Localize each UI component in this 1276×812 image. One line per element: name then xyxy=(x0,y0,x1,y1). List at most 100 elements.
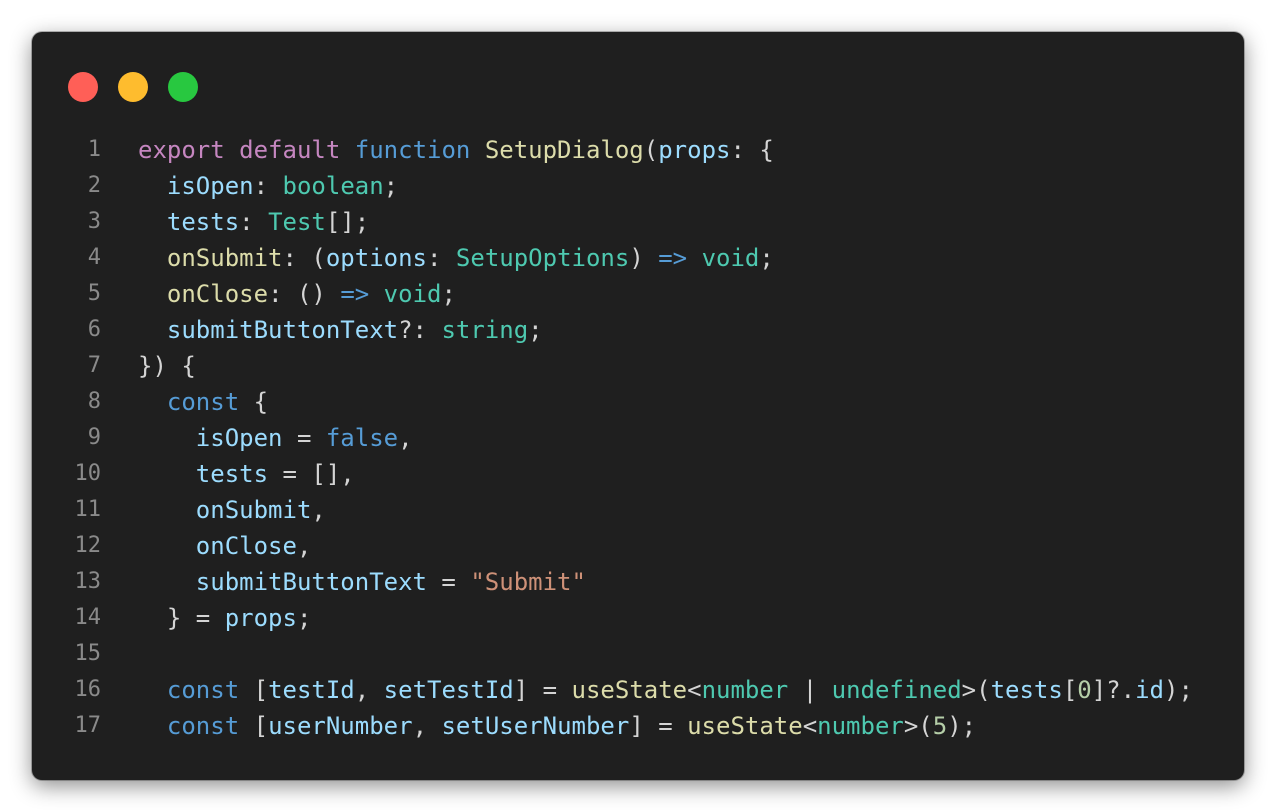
code-token: userNumber xyxy=(268,712,413,740)
code-token: } = xyxy=(138,604,225,632)
line-content: isOpen: boolean; xyxy=(138,168,398,204)
line-number: 5 xyxy=(87,281,101,306)
code-token: = xyxy=(426,568,471,596)
line-number: 11 xyxy=(74,497,102,522)
code-token: id xyxy=(1135,676,1164,704)
line-number: 7 xyxy=(87,353,101,378)
code-token: []; xyxy=(325,208,370,236)
code-token: const xyxy=(166,712,240,740)
code-token: >( xyxy=(961,676,991,704)
code-token: props xyxy=(224,604,297,632)
code-token: , xyxy=(354,676,384,704)
code-token: testId xyxy=(268,676,355,704)
code-line: 3 tests: Test[]; xyxy=(32,204,1244,240)
code-token: setUserNumber xyxy=(441,712,630,740)
code-token: = [], xyxy=(268,460,355,488)
window-controls xyxy=(68,72,198,102)
line-content: tests: Test[]; xyxy=(138,204,369,240)
code-token: < xyxy=(802,712,818,740)
code-token: const xyxy=(166,388,240,416)
code-token: ); xyxy=(947,712,977,740)
code-token: >( xyxy=(903,712,933,740)
code-token: props xyxy=(658,136,731,164)
code-token: [ xyxy=(1062,676,1078,704)
code-token: export xyxy=(138,136,225,164)
code-token: [ xyxy=(239,712,269,740)
code-token: tests xyxy=(195,460,269,488)
code-token: SetupDialog xyxy=(484,136,644,164)
code-line: 15 xyxy=(32,636,1244,672)
code-token: onSubmit xyxy=(166,244,283,272)
code-token: ; xyxy=(383,172,399,200)
code-token: 5 xyxy=(932,712,948,740)
code-line: 2 isOpen: boolean; xyxy=(32,168,1244,204)
code-token: string xyxy=(441,316,529,344)
line-number: 16 xyxy=(74,677,102,702)
line-number: 6 xyxy=(87,317,101,342)
code-token: ; xyxy=(296,604,312,632)
code-line: 17 const [userNumber, setUserNumber] = u… xyxy=(32,708,1244,744)
line-number: 15 xyxy=(74,641,102,666)
code-token: = xyxy=(282,424,326,452)
code-token: options xyxy=(325,244,428,272)
code-token: }) { xyxy=(138,352,196,380)
code-token: default xyxy=(239,136,341,164)
line-number: 8 xyxy=(87,389,101,414)
code-token: setTestId xyxy=(383,676,514,704)
code-token: number xyxy=(701,676,789,704)
line-content: }) { xyxy=(138,348,196,384)
code-token: { xyxy=(239,388,269,416)
line-content: onClose: () => void; xyxy=(138,276,456,312)
code-token: ); xyxy=(1164,676,1193,704)
code-token: 0 xyxy=(1077,676,1092,704)
code-token: : () xyxy=(268,280,341,308)
line-content: const [userNumber, setUserNumber] = useS… xyxy=(138,708,976,744)
line-number: 13 xyxy=(74,569,102,594)
line-number: 4 xyxy=(87,245,101,270)
code-token: undefined xyxy=(831,676,962,704)
code-token: void xyxy=(701,244,760,272)
minimize-button[interactable] xyxy=(118,72,148,102)
code-token: "Submit" xyxy=(470,568,586,596)
code-token: Test xyxy=(268,208,326,236)
code-token: number xyxy=(817,712,904,740)
line-content: tests = [], xyxy=(138,456,355,492)
code-token: function xyxy=(354,136,471,164)
code-token: isOpen xyxy=(166,172,254,200)
code-line: 16 const [testId, setTestId] = useState<… xyxy=(32,672,1244,708)
line-content: const [testId, setTestId] = useState<num… xyxy=(138,672,1193,708)
code-token: : ( xyxy=(282,244,326,272)
code-token: [ xyxy=(239,676,269,704)
code-line: 12 onClose, xyxy=(32,528,1244,564)
code-token: < xyxy=(687,676,702,704)
code-token: void xyxy=(383,280,442,308)
code-editor[interactable]: 1 export default function SetupDialog(pro… xyxy=(32,132,1244,744)
code-token: ; xyxy=(759,244,774,272)
code-line: 1 export default function SetupDialog(pro… xyxy=(32,132,1244,168)
close-button[interactable] xyxy=(68,72,98,102)
line-number: 3 xyxy=(87,209,101,234)
code-line: 5 onClose: () => void; xyxy=(32,276,1244,312)
code-line: 8 const { xyxy=(32,384,1244,420)
code-token: => xyxy=(340,280,370,308)
code-token: , xyxy=(412,712,442,740)
line-content: onSubmit: (options: SetupOptions) => voi… xyxy=(138,240,774,276)
zoom-button[interactable] xyxy=(168,72,198,102)
code-token: , xyxy=(398,424,413,452)
code-token: ; xyxy=(441,280,456,308)
code-token: ]?. xyxy=(1091,676,1136,704)
code-token: ( xyxy=(643,136,659,164)
code-line: 4 onSubmit: (options: SetupOptions) => v… xyxy=(32,240,1244,276)
code-token: , xyxy=(296,532,312,560)
